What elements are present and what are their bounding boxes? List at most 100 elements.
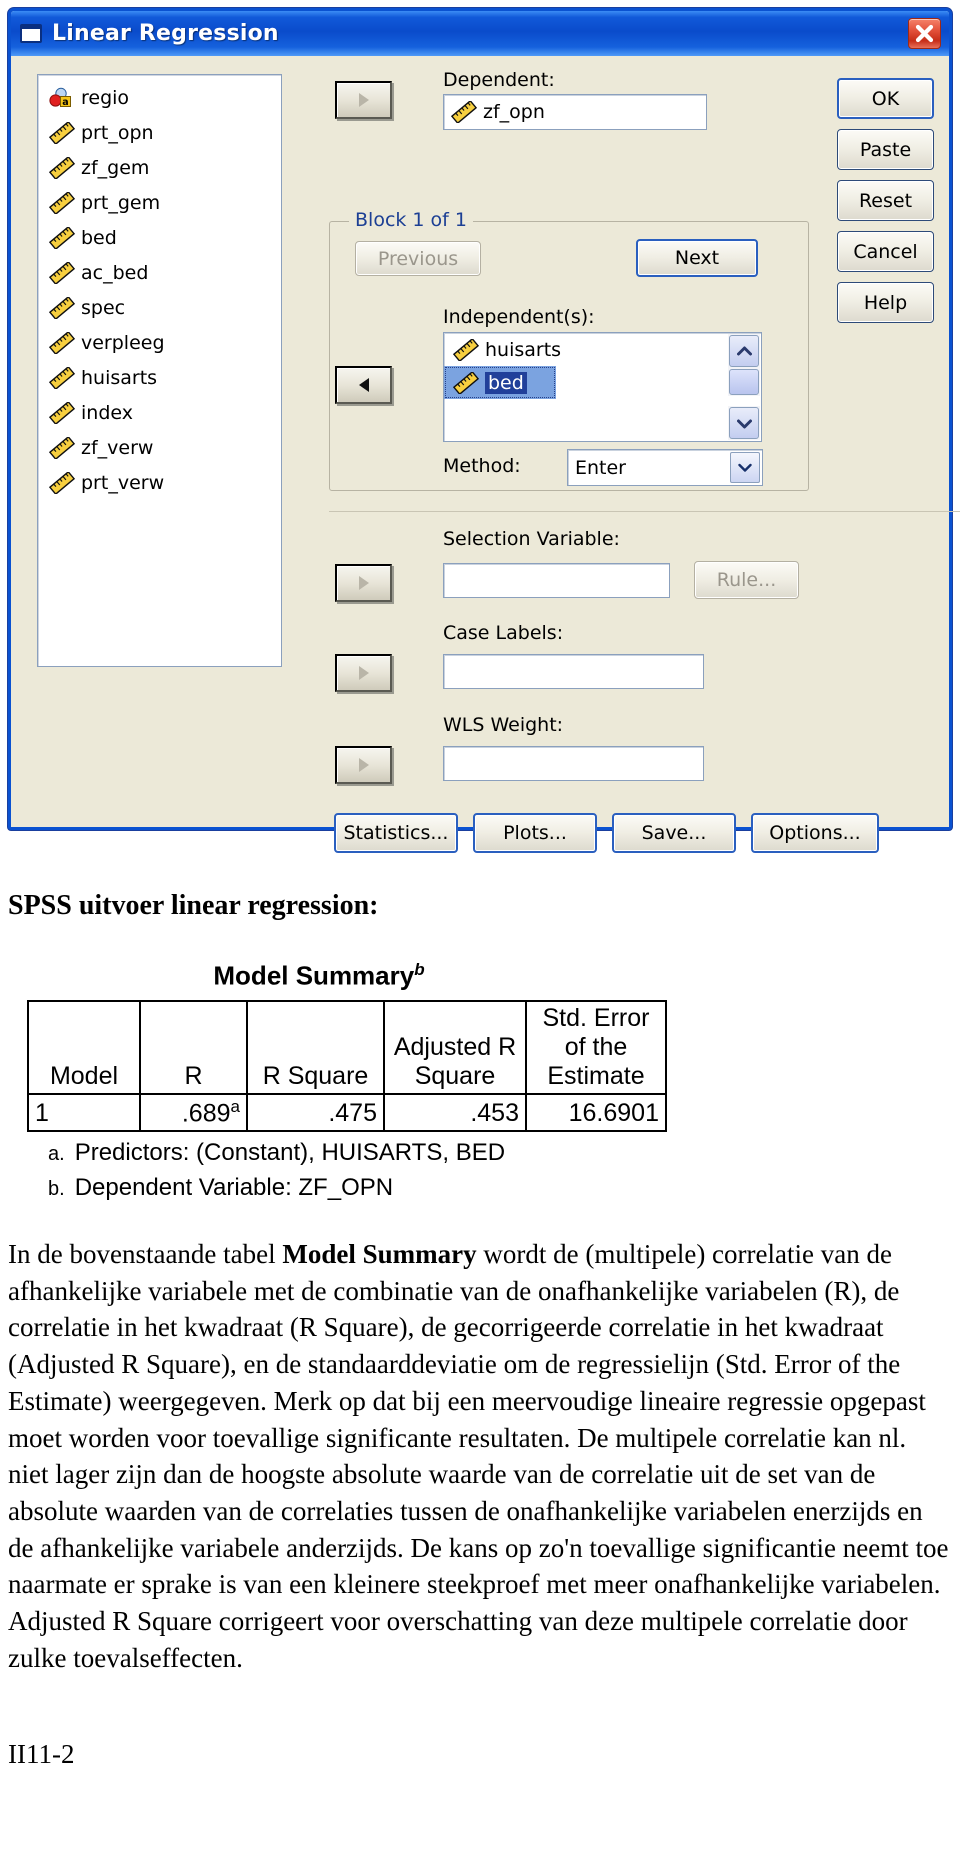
- table-footnote-a: a. Predictors: (Constant), HUISARTS, BED: [48, 1138, 506, 1166]
- help-button[interactable]: Help: [837, 282, 934, 323]
- scale-ruler-icon: [450, 99, 478, 125]
- table-row: 1 .689a .475 .453 16.6901: [27, 1092, 667, 1132]
- list-item-label: bed: [81, 226, 117, 249]
- model-summary-table: Model R R Square Adjusted R Square Std. …: [27, 999, 667, 1132]
- column-header-adjusted-r-square: Adjusted R Square: [383, 999, 527, 1095]
- independents-label: Independent(s):: [443, 306, 595, 328]
- cell-r-square: .475: [246, 1092, 385, 1132]
- close-icon[interactable]: [908, 18, 941, 49]
- scale-ruler-icon: [48, 225, 76, 250]
- case-labels-label: Case Labels:: [443, 622, 564, 644]
- list-item[interactable]: huisarts: [42, 360, 281, 395]
- list-item-label: prt_opn: [81, 121, 154, 144]
- method-value: Enter: [575, 456, 626, 479]
- scale-ruler-icon: [48, 470, 76, 495]
- list-item[interactable]: prt_gem: [42, 185, 281, 220]
- list-item[interactable]: zf_verw: [42, 430, 281, 465]
- reset-button[interactable]: Reset: [837, 180, 934, 221]
- cancel-button[interactable]: Cancel: [837, 231, 934, 272]
- column-header-r-square: R Square: [246, 999, 385, 1095]
- list-item[interactable]: huisarts: [444, 333, 761, 366]
- dependent-field[interactable]: zf_opn: [443, 94, 707, 130]
- block-title: Block 1 of 1: [349, 209, 473, 231]
- cell-std-error: 16.6901: [525, 1092, 667, 1132]
- scale-ruler-icon: [48, 330, 76, 355]
- paste-button[interactable]: Paste: [837, 129, 934, 170]
- method-label: Method:: [443, 455, 521, 477]
- dependent-value: zf_opn: [483, 101, 545, 123]
- selection-variable-label: Selection Variable:: [443, 528, 620, 550]
- chevron-down-icon[interactable]: [730, 452, 760, 483]
- list-item[interactable]: spec: [42, 290, 281, 325]
- page-number: II11-2: [8, 1738, 75, 1769]
- scroll-thumb[interactable]: [729, 369, 759, 395]
- wls-weight-input[interactable]: [443, 746, 704, 781]
- body-paragraph: In de bovenstaande tabel Model Summary w…: [8, 1238, 949, 1673]
- list-item-label: spec: [81, 296, 126, 319]
- rule-button[interactable]: Rule...: [694, 561, 799, 599]
- ok-button[interactable]: OK: [837, 78, 934, 119]
- independents-listbox[interactable]: huisarts bed: [443, 332, 762, 442]
- column-header-r: R: [139, 999, 248, 1095]
- scale-ruler-icon: [452, 337, 480, 362]
- svg-text:a: a: [62, 97, 68, 108]
- dialog-titlebar[interactable]: Linear Regression: [11, 11, 949, 56]
- column-header-std-error: Std. Error of the Estimate: [525, 999, 667, 1095]
- dialog-title: Linear Regression: [52, 21, 279, 46]
- list-item[interactable]: bed: [42, 220, 281, 255]
- selection-variable-input[interactable]: [443, 563, 670, 598]
- table-title: Model Summaryb: [213, 960, 425, 991]
- scale-ruler-icon: [48, 400, 76, 425]
- scroll-down-icon[interactable]: [729, 407, 759, 439]
- list-item[interactable]: prt_opn: [42, 115, 281, 150]
- cell-r: .689a: [139, 1092, 248, 1132]
- list-item[interactable]: prt_verw: [42, 465, 281, 500]
- scale-ruler-icon: [48, 365, 76, 390]
- list-item[interactable]: index: [42, 395, 281, 430]
- scroll-track[interactable]: [728, 396, 760, 406]
- list-item[interactable]: ac_bed: [42, 255, 281, 290]
- linear-regression-dialog: Linear Regression a regio prt_opn zf_gem…: [8, 8, 960, 853]
- list-item[interactable]: verpleeg: [42, 325, 281, 360]
- list-item-label: zf_gem: [81, 156, 150, 179]
- scale-ruler-icon: [48, 295, 76, 320]
- move-to-independents-button[interactable]: [335, 366, 392, 404]
- document-body: SPSS uitvoer linear regression: Model Su…: [0, 830, 960, 1770]
- scroll-up-icon[interactable]: [729, 335, 759, 367]
- list-item-label: prt_gem: [81, 191, 161, 214]
- list-item-label: index: [81, 401, 133, 424]
- list-item-label: bed: [485, 371, 527, 394]
- method-select[interactable]: Enter: [567, 449, 763, 486]
- dialog-body: a regio prt_opn zf_gem prt_gem bed ac_be…: [11, 56, 960, 853]
- table-footnote-b: b. Dependent Variable: ZF_OPN: [48, 1173, 394, 1201]
- move-to-selection-variable-button[interactable]: [335, 564, 392, 602]
- list-item-label: ac_bed: [81, 261, 149, 284]
- list-item[interactable]: a regio: [42, 80, 281, 115]
- scale-ruler-icon: [452, 370, 480, 395]
- list-item-label: huisarts: [485, 338, 562, 361]
- page-title: SPSS uitvoer linear regression:: [8, 890, 379, 921]
- wls-weight-label: WLS Weight:: [443, 714, 564, 736]
- list-item[interactable]: bed: [444, 366, 556, 399]
- list-item[interactable]: zf_gem: [42, 150, 281, 185]
- next-button[interactable]: Next: [636, 239, 758, 277]
- list-item-label: huisarts: [81, 366, 158, 389]
- table-header-row: Model R R Square Adjusted R Square Std. …: [27, 999, 667, 1095]
- previous-button[interactable]: Previous: [355, 241, 481, 276]
- move-to-dependent-button[interactable]: [335, 81, 392, 119]
- window-icon: [20, 24, 42, 43]
- case-labels-input[interactable]: [443, 654, 704, 689]
- cell-model: 1: [27, 1092, 141, 1132]
- move-to-case-labels-button[interactable]: [335, 654, 392, 692]
- source-variable-list[interactable]: a regio prt_opn zf_gem prt_gem bed ac_be…: [37, 74, 282, 667]
- dependent-label: Dependent:: [443, 69, 555, 91]
- move-to-wls-weight-button[interactable]: [335, 746, 392, 784]
- scale-ruler-icon: [48, 190, 76, 215]
- list-item-label: zf_verw: [81, 436, 154, 459]
- scale-ruler-icon: [48, 120, 76, 145]
- nominal-string-icon: a: [48, 87, 76, 109]
- independents-scrollbar[interactable]: [728, 334, 760, 440]
- scale-ruler-icon: [48, 260, 76, 285]
- list-item-label: verpleeg: [81, 331, 165, 354]
- list-item-label: prt_verw: [81, 471, 165, 494]
